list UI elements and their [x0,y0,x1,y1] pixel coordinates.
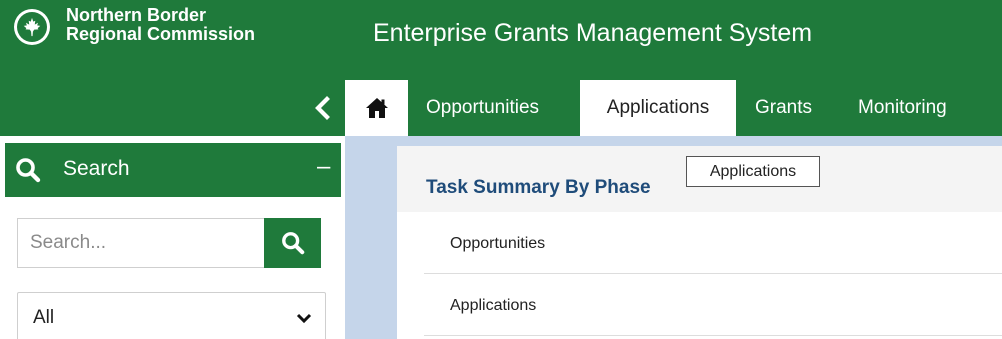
chevron-left-icon [315,96,330,120]
home-button[interactable] [345,80,408,136]
search-panel-title: Search [63,157,130,180]
tab-monitoring[interactable]: Monitoring [858,80,947,136]
tab-opportunities[interactable]: Opportunities [426,80,539,136]
tooltip: Applications [686,156,820,187]
search-icon [16,158,41,183]
chevron-down-icon [296,313,312,324]
top-header: Northern Border Regional Commission Ente… [0,0,1002,80]
org-name-line1: Northern Border [66,5,207,25]
tab-grants[interactable]: Grants [755,80,812,136]
phase-row-applications[interactable]: Applications [424,274,1002,336]
org-name-line2: Regional Commission [66,24,256,44]
card-title: Task Summary By Phase [426,177,651,198]
brand[interactable]: Northern Border Regional Commission [0,0,345,80]
collapse-search-panel-button[interactable]: – [317,154,330,180]
phase-label: Opportunities [450,235,546,252]
search-panel-header[interactable]: Search – [5,143,341,197]
search-icon [281,232,304,255]
search-button[interactable] [264,218,321,268]
app-title: Enterprise Grants Management System [373,19,813,47]
home-icon [365,98,388,118]
search-input[interactable] [17,218,264,268]
filter-selected-value: All [33,307,55,328]
maple-leaf-logo [14,9,50,45]
search-filter-select[interactable]: All [17,292,326,339]
sidebar: Search – All [0,136,345,339]
phase-row-opportunities[interactable]: Opportunities [424,212,1002,274]
phase-label: Applications [450,297,537,314]
main-nav: Opportunities Applications Grants Monito… [0,80,1002,136]
sidebar-collapse-button[interactable] [308,92,336,124]
main-content: Task Summary By Phase Opportunities Appl… [345,136,1002,339]
tab-applications[interactable]: Applications [580,80,736,136]
